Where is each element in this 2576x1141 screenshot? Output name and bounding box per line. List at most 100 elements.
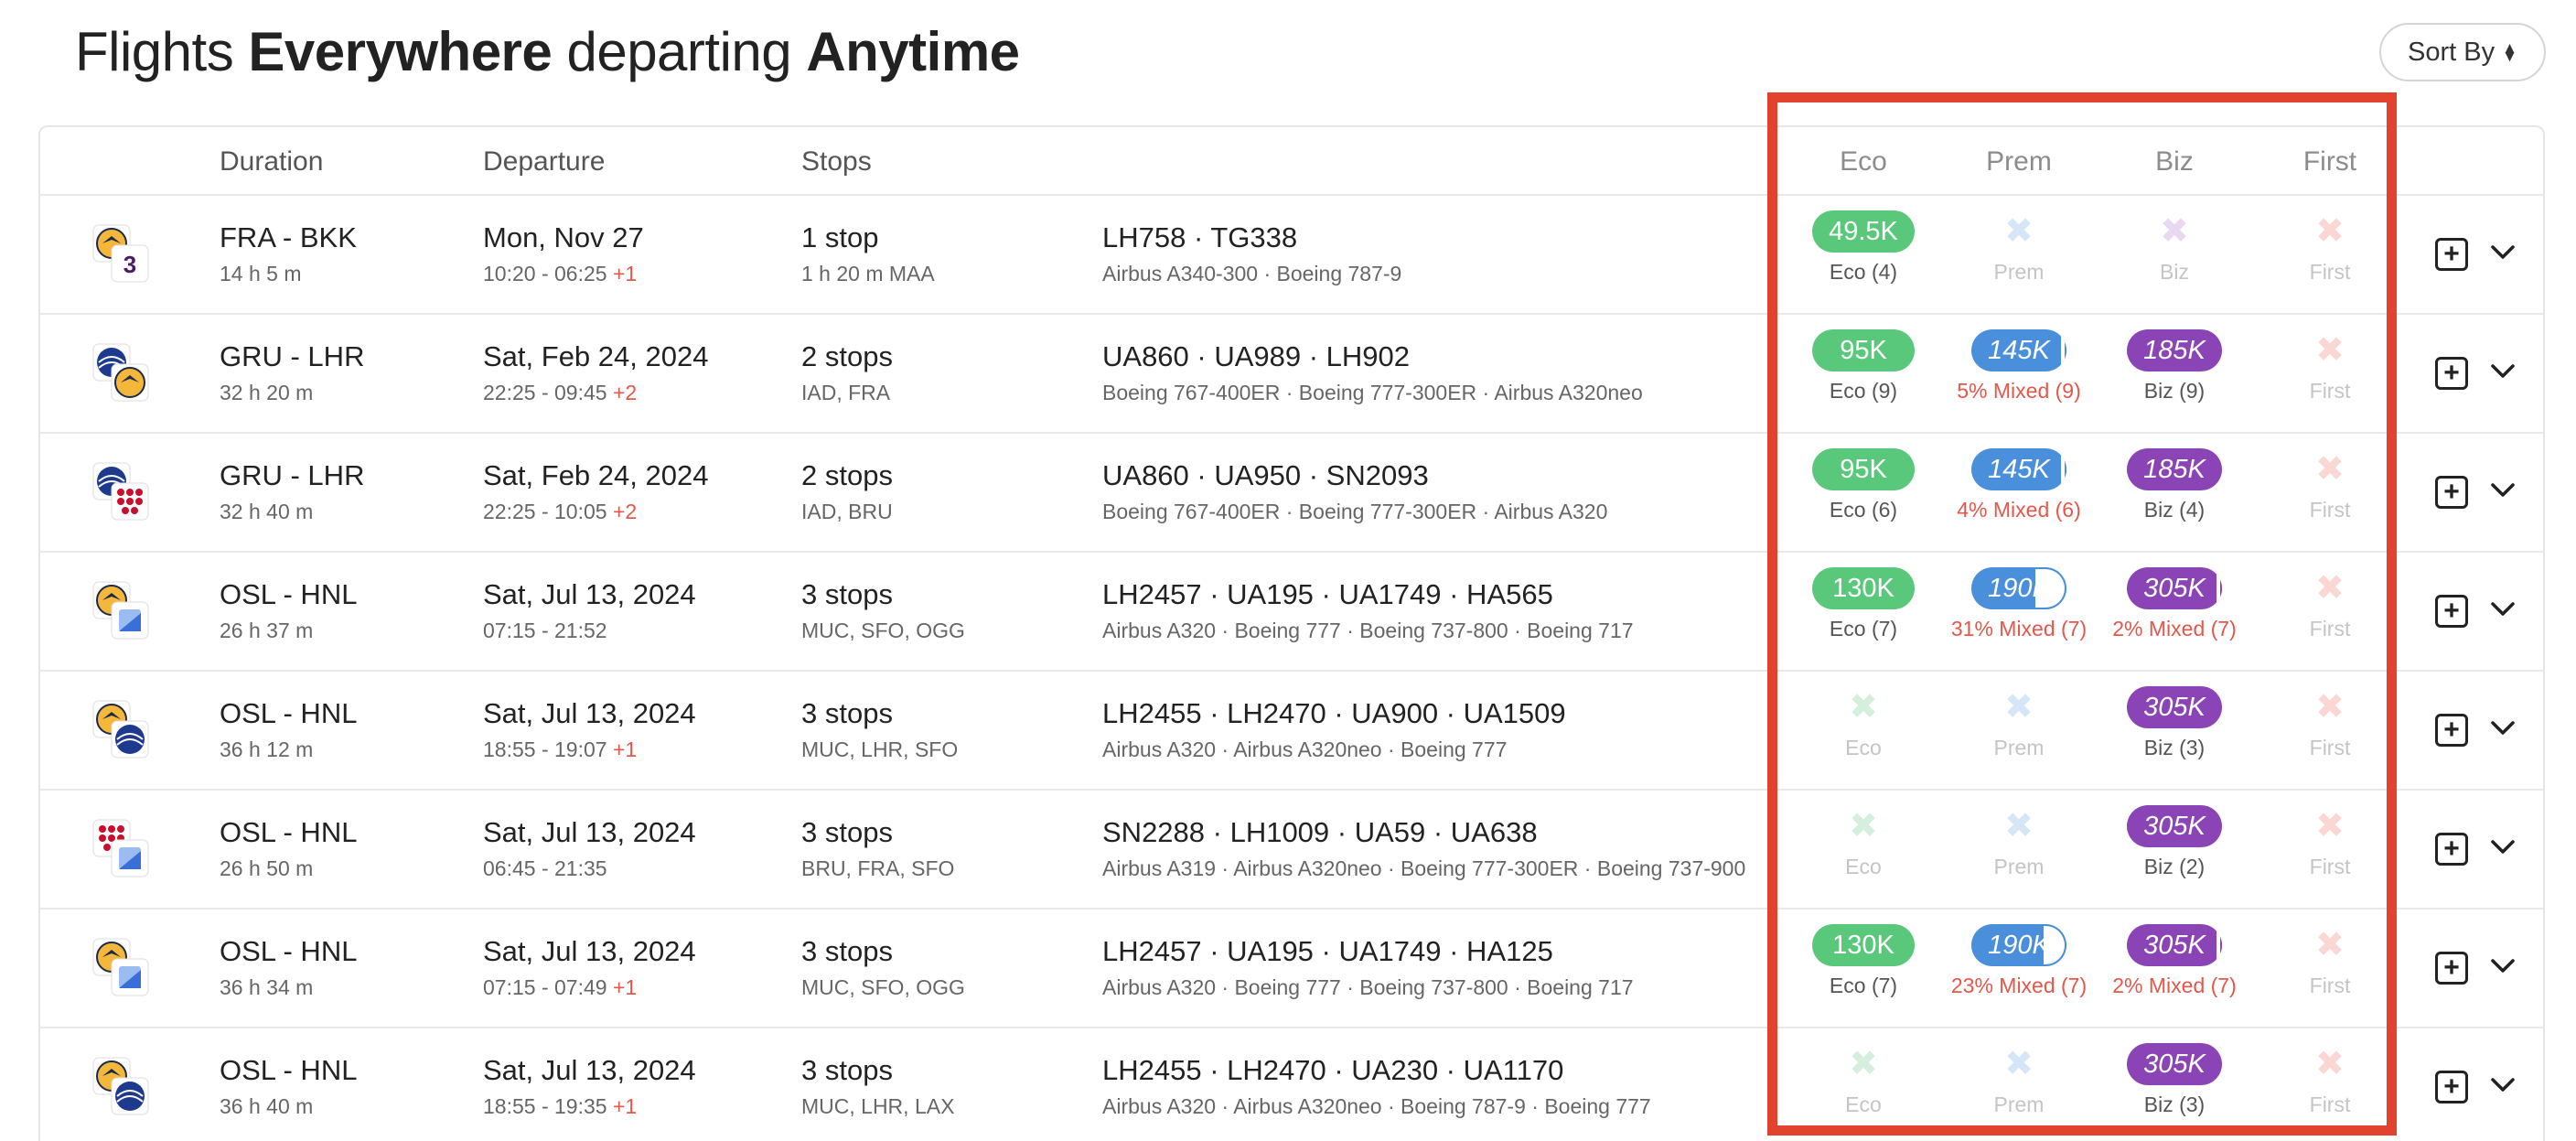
add-flight-button[interactable]: + [2435,476,2468,509]
eco-cabin-cell[interactable]: 49.5K Eco (4) [1786,209,1941,300]
biz-price: 305K [2143,811,2206,841]
flight-row[interactable]: GRU - LHR 32 h 20 m Sat, Feb 24, 2024 22… [38,313,2545,432]
unavailable-x-icon: ✖ [2004,212,2034,251]
add-flight-button[interactable]: + [2435,1071,2468,1103]
day-offset: +2 [612,500,638,523]
chevron-down-icon[interactable] [2486,712,2519,745]
layover-airports: MUC, LHR, SFO [801,737,959,761]
day-offset: +1 [612,1094,638,1118]
add-flight-button[interactable]: + [2435,952,2468,985]
eco-cabin-cell[interactable]: 130K Eco (7) [1786,922,1941,1014]
column-header-first[interactable]: First [2252,146,2408,178]
first-cabin-cell: ✖ First [2252,328,2408,419]
chevron-down-icon[interactable] [2486,950,2519,983]
prem-price: 145K [1988,454,2050,484]
eco-cabin-cell[interactable]: 130K Eco (7) [1786,565,1941,657]
prem-seats-label: 23% Mixed (7) [1950,974,2088,997]
time-range: 07:15 - 07:49 [483,975,607,999]
first-cabin-cell: ✖ First [2252,209,2408,300]
flight-row[interactable]: OSL - HNL 36 h 12 m Sat, Jul 13, 2024 18… [38,670,2545,789]
prem-cabin-cell[interactable]: 190K 31% Mixed (7) [1941,565,2097,657]
biz-cabin-cell[interactable]: 305K 2% Mixed (7) [2097,565,2252,657]
biz-cabin-cell[interactable]: 185K Biz (4) [2097,447,2252,538]
plus-icon: + [2443,834,2460,864]
eco-price-pill[interactable]: 95K [1812,448,1915,490]
biz-price-pill[interactable]: 305K [2127,567,2222,609]
biz-cabin-cell[interactable]: 305K Biz (3) [2097,684,2252,776]
biz-price-pill[interactable]: 305K [2127,1043,2222,1085]
layover-airports: MUC, SFO, OGG [801,619,965,642]
prem-price-pill[interactable]: 145K [1971,448,2066,490]
stops-count: 2 stops [801,340,893,372]
biz-cabin-cell[interactable]: 305K Biz (2) [2097,803,2252,895]
eco-price-pill[interactable]: 95K [1812,329,1915,371]
time-range: 10:20 - 06:25 [483,262,607,285]
plus-icon: + [2443,715,2460,745]
biz-price-pill[interactable]: 185K [2127,329,2222,371]
unavailable-x-icon: ✖ [2004,807,2034,845]
airline-logos [91,818,152,878]
eco-cabin-cell[interactable]: 95K Eco (6) [1786,447,1941,538]
biz-seats-label: Biz (3) [2143,1093,2206,1116]
eco-price-pill[interactable]: 130K [1812,924,1915,966]
chevron-down-icon[interactable] [2486,1069,2519,1102]
biz-seats-label: 2% Mixed (7) [2112,974,2237,997]
flight-row[interactable]: OSL - HNL 36 h 34 m Sat, Jul 13, 2024 07… [38,908,2545,1027]
chevron-down-icon[interactable] [2486,355,2519,388]
plus-icon: + [2443,239,2460,269]
flight-row[interactable]: 3 FRA - BKK 14 h 5 m Mon, Nov 27 10:20 -… [38,194,2545,313]
chevron-down-icon[interactable] [2486,593,2519,626]
biz-cabin-cell[interactable]: 185K Biz (9) [2097,328,2252,419]
prem-cabin-cell[interactable]: 145K 5% Mixed (9) [1941,328,2097,419]
column-header-biz[interactable]: Biz [2097,146,2252,178]
chevron-down-icon[interactable] [2486,236,2519,269]
flight-row[interactable]: OSL - HNL 36 h 40 m Sat, Jul 13, 2024 18… [38,1027,2545,1141]
plus-icon: + [2443,358,2460,388]
eco-cabin-cell[interactable]: 95K Eco (9) [1786,328,1941,419]
flight-numbers: LH2457 · UA195 · UA1749 · HA125 [1102,935,1553,967]
aircraft-types: Boeing 767-400ER · Boeing 777-300ER · Ai… [1102,500,1608,523]
biz-price-pill[interactable]: 305K [2127,805,2222,847]
time-range: 07:15 - 21:52 [483,619,607,642]
flight-row[interactable]: OSL - HNL 26 h 37 m Sat, Jul 13, 2024 07… [38,551,2545,670]
biz-price-pill[interactable]: 185K [2127,448,2222,490]
eco-price-pill[interactable]: 49.5K [1812,210,1915,253]
flight-row[interactable]: GRU - LHR 32 h 40 m Sat, Feb 24, 2024 22… [38,432,2545,551]
airline-logos [91,580,152,640]
departure-times: 07:15 - 07:49 +1 [483,975,637,1000]
add-flight-button[interactable]: + [2435,238,2468,271]
chevron-down-icon[interactable] [2486,831,2519,864]
prem-cabin-cell[interactable]: 145K 4% Mixed (6) [1941,447,2097,538]
eco-seats-label: Eco (7) [1829,974,1898,997]
add-flight-button[interactable]: + [2435,595,2468,628]
biz-price-pill[interactable]: 305K [2127,686,2222,728]
eco-price-pill[interactable]: 130K [1812,567,1915,609]
hawaiian-logo-icon [111,958,149,996]
prem-price-pill[interactable]: 190K [1971,924,2066,966]
column-header-prem[interactable]: Prem [1941,146,2097,178]
time-range: 22:25 - 10:05 [483,500,607,523]
prem-cabin-cell: ✖ Prem [1941,684,2097,776]
flight-numbers: LH758 · TG338 [1102,221,1298,253]
chevron-down-icon[interactable] [2486,474,2519,507]
sort-by-button[interactable]: Sort By ▲ ▼ [2379,23,2546,81]
prem-cabin-cell[interactable]: 190K 23% Mixed (7) [1941,922,2097,1014]
prem-seats-label: 5% Mixed (9) [1957,379,2081,403]
biz-cabin-cell[interactable]: 305K Biz (3) [2097,1041,2252,1133]
column-header-departure[interactable]: Departure [483,146,605,178]
column-header-stops[interactable]: Stops [801,146,872,178]
add-flight-button[interactable]: + [2435,833,2468,866]
biz-price-pill[interactable]: 305K [2127,924,2222,966]
add-flight-button[interactable]: + [2435,714,2468,747]
stops-count: 1 stop [801,221,879,253]
route: FRA - BKK [220,221,357,253]
prem-price-pill[interactable]: 145K [1971,329,2066,371]
biz-cabin-cell[interactable]: 305K 2% Mixed (7) [2097,922,2252,1014]
flight-row[interactable]: OSL - HNL 26 h 50 m Sat, Jul 13, 2024 06… [38,789,2545,908]
add-flight-button[interactable]: + [2435,357,2468,390]
prem-price-pill[interactable]: 190K [1971,567,2066,609]
column-header-duration[interactable]: Duration [220,146,323,178]
column-header-eco[interactable]: Eco [1786,146,1941,178]
aircraft-types: Airbus A320 · Boeing 777 · Boeing 737-80… [1102,619,1634,642]
layover-airports: 1 h 20 m MAA [801,262,935,285]
